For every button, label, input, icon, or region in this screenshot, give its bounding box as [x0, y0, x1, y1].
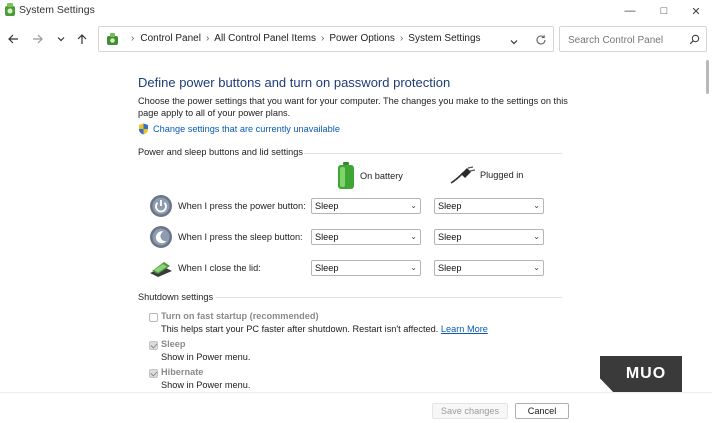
breadcrumb-item[interactable]: Control Panel — [140, 33, 201, 44]
lid-plugged-in-select[interactable]: Sleep ⌄ — [434, 260, 544, 276]
search-icon[interactable] — [689, 32, 700, 50]
selected-value: Sleep — [315, 201, 339, 211]
cancel-button[interactable]: Cancel — [515, 403, 569, 419]
breadcrumb-item[interactable]: System Settings — [408, 33, 480, 44]
sleep-option-label: Sleep — [161, 339, 186, 349]
sleep-button-icon — [149, 225, 173, 254]
breadcrumb-separator-icon: › — [321, 33, 325, 44]
title-bar: System Settings — □ ✕ — [0, 0, 712, 22]
save-changes-button[interactable]: Save changes — [432, 403, 508, 419]
plugged-in-column-header: Plugged in — [450, 166, 523, 184]
watermark-text: MUO — [625, 365, 667, 382]
control-panel-icon — [106, 32, 119, 51]
forward-button[interactable] — [30, 31, 46, 47]
sleep-button-on-battery-select[interactable]: Sleep ⌄ — [311, 229, 421, 245]
minimize-button[interactable]: — — [612, 0, 648, 22]
maximize-button[interactable]: □ — [646, 0, 682, 22]
power-button-on-battery-select[interactable]: Sleep ⌄ — [311, 198, 421, 214]
muo-watermark-logo: MUO — [600, 356, 682, 392]
recent-locations-button[interactable] — [53, 31, 69, 47]
address-bar[interactable]: › Control Panel › All Control Panel Items › P… — [98, 26, 554, 52]
address-dropdown-button[interactable] — [509, 34, 519, 52]
search-input[interactable] — [566, 32, 688, 48]
change-unavailable-settings-link[interactable]: Change settings that are currently unava… — [153, 124, 340, 134]
sleep-button-row-label: When I press the sleep button: — [178, 232, 303, 242]
sleep-option-description: Show in Power menu. — [161, 352, 251, 362]
fast-startup-description-text: This helps start your PC faster after sh… — [161, 324, 439, 334]
footer-bar: Save changes Cancel — [0, 392, 712, 423]
power-button-row-label: When I press the power button: — [178, 201, 306, 211]
up-arrow-icon — [77, 34, 87, 44]
learn-more-link[interactable]: Learn More — [441, 324, 488, 334]
chevron-down-icon — [510, 40, 518, 45]
on-battery-label: On battery — [360, 171, 403, 181]
power-plug-icon — [450, 166, 476, 184]
back-button[interactable] — [5, 31, 21, 47]
chevron-down-icon: ⌄ — [533, 201, 540, 210]
refresh-icon — [536, 35, 546, 45]
chevron-down-icon: ⌄ — [410, 232, 417, 241]
control-panel-icon — [4, 3, 16, 22]
scrollbar-thumb[interactable] — [706, 60, 709, 94]
hibernate-checkbox[interactable] — [149, 369, 158, 378]
selected-value: Sleep — [438, 263, 462, 273]
sleep-checkbox[interactable] — [149, 341, 158, 350]
close-button[interactable]: ✕ — [678, 0, 712, 22]
chevron-down-icon: ⌄ — [533, 263, 540, 272]
power-group-label: Power and sleep buttons and lid settings — [138, 147, 303, 157]
laptop-lid-icon — [148, 257, 174, 284]
refresh-button[interactable] — [535, 33, 547, 51]
selected-value: Sleep — [315, 232, 339, 242]
fast-startup-label: Turn on fast startup (recommended) — [161, 311, 319, 321]
window-title: System Settings — [19, 4, 95, 16]
lid-on-battery-select[interactable]: Sleep ⌄ — [311, 260, 421, 276]
main-content: Define power buttons and turn on passwor… — [0, 60, 712, 390]
hibernate-option-label: Hibernate — [161, 367, 204, 377]
on-battery-column-header: On battery — [336, 162, 403, 190]
chevron-down-icon — [57, 37, 65, 42]
plugged-in-label: Plugged in — [480, 170, 524, 180]
fast-startup-checkbox[interactable] — [149, 313, 158, 322]
selected-value: Sleep — [438, 201, 462, 211]
hibernate-option-description: Show in Power menu. — [161, 380, 251, 390]
power-button-icon — [149, 194, 173, 223]
fast-startup-description: This helps start your PC faster after sh… — [161, 324, 488, 334]
chevron-down-icon: ⌄ — [410, 201, 417, 210]
search-box[interactable] — [559, 26, 707, 52]
page-description: Choose the power settings that you want … — [138, 96, 568, 118]
divider — [216, 297, 562, 298]
admin-settings-link[interactable]: Change settings that are currently unava… — [138, 123, 340, 135]
chevron-down-icon: ⌄ — [410, 263, 417, 272]
selected-value: Sleep — [438, 232, 462, 242]
breadcrumb-item[interactable]: All Control Panel Items — [214, 33, 316, 44]
forward-arrow-icon — [33, 34, 43, 44]
breadcrumb-separator-icon: › — [131, 33, 135, 44]
back-arrow-icon — [8, 34, 18, 44]
up-button[interactable] — [74, 31, 90, 47]
chevron-down-icon: ⌄ — [533, 232, 540, 241]
breadcrumb-item[interactable]: Power Options — [329, 33, 395, 44]
breadcrumb-separator-icon: › — [399, 33, 404, 44]
power-button-plugged-in-select[interactable]: Sleep ⌄ — [434, 198, 544, 214]
breadcrumb: › Control Panel › All Control Panel Items › P… — [131, 33, 481, 44]
divider — [304, 153, 562, 154]
battery-icon — [338, 162, 354, 189]
sleep-button-plugged-in-select[interactable]: Sleep ⌄ — [434, 229, 544, 245]
shutdown-group-label: Shutdown settings — [138, 292, 214, 302]
selected-value: Sleep — [315, 263, 339, 273]
lid-row-label: When I close the lid: — [178, 263, 261, 273]
page-title: Define power buttons and turn on passwor… — [138, 75, 451, 90]
uac-shield-icon — [139, 123, 148, 135]
breadcrumb-separator-icon: › — [205, 33, 210, 44]
